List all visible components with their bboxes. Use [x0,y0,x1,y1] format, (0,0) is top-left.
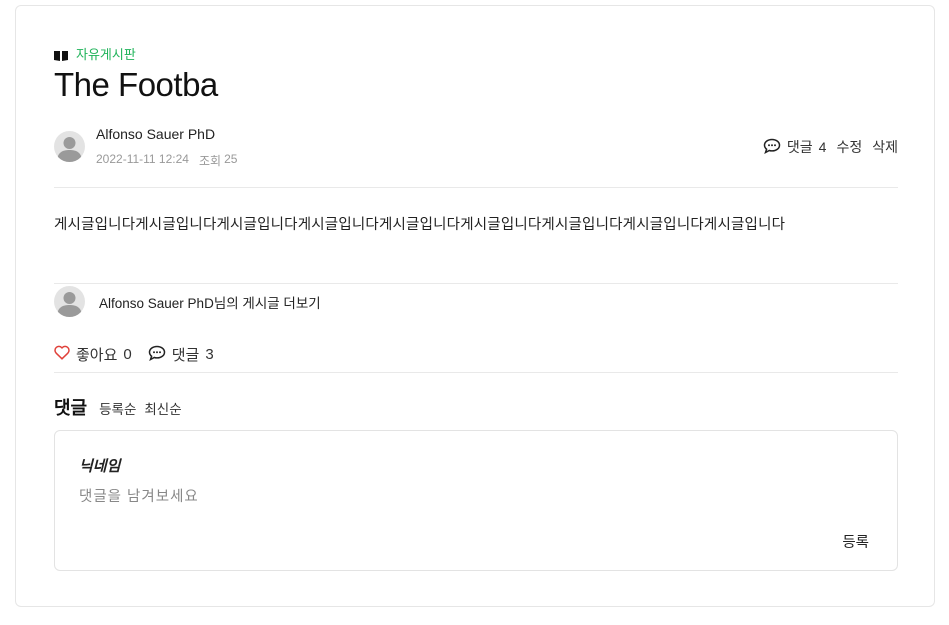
post-meta: 2022-11-11 12:24 조회 25 [96,152,237,169]
divider [54,283,898,284]
post-content: 자유게시판 The Footba Alfonso Sauer PhD 2022-… [54,6,898,606]
post-title: The Footba [54,66,218,103]
author-row: Alfonso Sauer PhD 2022-11-11 12:24 조회 25 [54,118,898,178]
comment-count-button[interactable]: 댓글 4 [763,137,827,157]
heart-icon [54,345,70,364]
comments-header: 댓글 등록순 최신순 [54,394,182,420]
comment-label: 댓글 [786,139,813,155]
view-count: 조회 25 [199,152,237,169]
divider [54,372,898,373]
post-body: 게시글입니다게시글입니다게시글입니다게시글입니다게시글입니다게시글입니다게시글입… [54,217,786,233]
user-silhouette-icon [57,292,82,317]
reaction-comment-label: 댓글 [171,347,200,364]
views-label: 조회 [198,154,222,168]
post-date: 2022-11-11 12:24 [96,152,189,166]
like-label: 좋아요 [76,347,118,364]
divider [54,187,898,188]
submit-comment-button[interactable]: 등록 [842,531,869,552]
user-silhouette-icon [57,137,82,162]
avatar[interactable] [54,131,85,162]
board-category[interactable]: 자유게시판 [54,44,136,63]
book-icon [54,48,68,61]
comment-form: 닉네임 등록 [54,430,898,571]
like-button[interactable]: 좋아요 0 [54,344,132,365]
comments-title: 댓글 [54,398,88,418]
comment-input[interactable] [79,485,859,509]
reaction-comment-count: 3 [205,346,214,363]
nickname-label: 닉네임 [79,458,121,475]
speech-bubble-icon [763,138,781,157]
post-card: 자유게시판 The Footba Alfonso Sauer PhD 2022-… [15,5,935,607]
delete-button[interactable]: 삭제 [872,137,898,157]
reaction-bar: 좋아요 0 댓글 3 [54,344,214,365]
board-name[interactable]: 자유게시판 [76,44,136,63]
post-actions: 댓글 4 수정 삭제 [763,137,898,157]
comment-toggle-button[interactable]: 댓글 3 [148,344,214,365]
sort-by-registered[interactable]: 등록순 [99,398,136,418]
speech-bubble-icon [148,345,166,365]
comment-count: 4 [818,139,827,155]
views-value: 25 [224,152,238,166]
edit-button[interactable]: 수정 [836,137,862,157]
like-count: 0 [123,346,132,363]
more-posts-text[interactable]: Alfonso Sauer PhD님의 게시글 더보기 [99,292,321,312]
avatar[interactable] [54,286,85,317]
more-posts-link[interactable]: Alfonso Sauer PhD님의 게시글 더보기 [54,286,898,317]
sort-by-latest[interactable]: 최신순 [144,398,181,418]
author-name[interactable]: Alfonso Sauer PhD [96,126,215,142]
